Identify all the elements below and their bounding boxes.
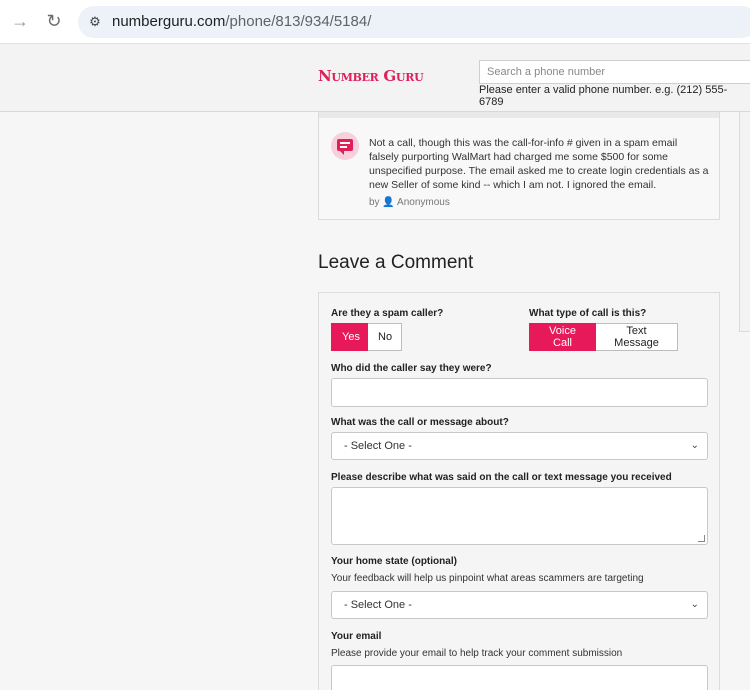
call-about-select[interactable]: - Select One - ⌄	[331, 432, 708, 460]
address-bar[interactable]: ⚙ numberguru.com/phone/813/934/5184/	[78, 6, 750, 38]
call-about-label: What was the call or message about?	[331, 417, 509, 428]
email-input[interactable]	[331, 665, 708, 690]
call-type-toggle: Voice Call Text Message	[529, 323, 678, 351]
call-type-label: What type of call is this?	[529, 308, 647, 319]
forward-arrow-icon[interactable]: →	[10, 11, 30, 31]
comment-author: Anonymous	[397, 197, 450, 208]
url-domain: numberguru.com	[112, 13, 226, 30]
email-label: Your email	[331, 631, 382, 642]
text-message-button[interactable]: Text Message	[596, 323, 678, 351]
url-text: numberguru.com/phone/813/934/5184/	[112, 13, 371, 31]
call-about-selected: - Select One -	[344, 440, 412, 452]
comment-bubble-icon	[331, 132, 359, 160]
describe-label: Please describe what was said on the cal…	[331, 472, 672, 483]
spam-no-button[interactable]: No	[368, 323, 402, 351]
home-state-subtext: Your feedback will help us pinpoint what…	[331, 573, 644, 584]
home-state-label: Your home state (optional)	[331, 556, 457, 567]
sidebar-edge	[739, 112, 750, 332]
caller-identity-input[interactable]	[331, 378, 708, 407]
caller-identity-label: Who did the caller say they were?	[331, 363, 492, 374]
card-top-bar	[319, 112, 719, 118]
comment-author-line: by 👤 Anonymous	[369, 197, 450, 208]
site-settings-icon[interactable]: ⚙	[86, 13, 104, 31]
phone-search-input[interactable]	[479, 60, 750, 84]
comment-form: Are they a spam caller? Yes No What type…	[318, 292, 720, 690]
chevron-down-icon: ⌄	[690, 440, 699, 451]
resize-grip-icon[interactable]	[698, 535, 705, 542]
home-state-select[interactable]: - Select One - ⌄	[331, 591, 708, 619]
spam-yes-button[interactable]: Yes	[331, 323, 368, 351]
describe-textarea[interactable]	[331, 487, 708, 545]
search-hint: Please enter a valid phone number. e.g. …	[479, 84, 728, 108]
voice-call-button[interactable]: Voice Call	[529, 323, 596, 351]
url-path: /phone/813/934/5184/	[225, 13, 372, 30]
user-icon: 👤	[382, 197, 395, 208]
site-header: Number Guru Please enter a valid phone n…	[0, 44, 750, 112]
comment-card: Not a call, though this was the call-for…	[318, 112, 720, 220]
site-logo[interactable]: Number Guru	[318, 67, 424, 85]
spam-toggle: Yes No	[331, 323, 402, 351]
spam-caller-label: Are they a spam caller?	[331, 308, 444, 319]
by-label: by	[369, 197, 380, 208]
email-subtext: Please provide your email to help track …	[331, 648, 623, 659]
browser-toolbar: → ↻ ⚙ numberguru.com/phone/813/934/5184/	[0, 0, 750, 44]
reload-icon[interactable]: ↻	[44, 11, 64, 31]
home-state-selected: - Select One -	[344, 599, 412, 611]
comment-text: Not a call, though this was the call-for…	[369, 137, 709, 191]
chevron-down-icon: ⌄	[690, 599, 699, 610]
leave-comment-heading: Leave a Comment	[318, 252, 474, 273]
